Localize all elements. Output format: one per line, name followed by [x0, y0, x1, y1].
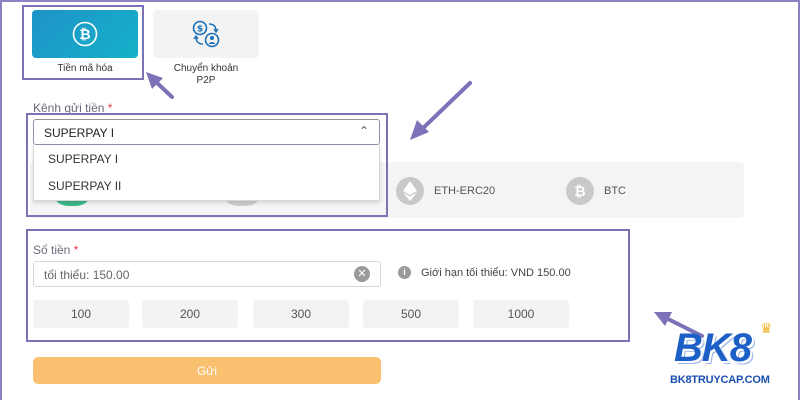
coin-btc-label: BTC — [604, 185, 626, 197]
method-p2p-label-line1: Chuyển khoản — [173, 63, 239, 74]
coin-eth[interactable]: ETH-ERC20 — [396, 177, 495, 205]
brand-logo: ♛ BK8 BK8TRUYCAP.COM — [668, 320, 786, 392]
ethereum-icon — [396, 177, 424, 205]
coin-btc[interactable]: ₿ BTC — [566, 177, 626, 205]
brand-logo-mark: BK8 — [674, 326, 752, 370]
crown-icon: ♛ — [760, 320, 773, 336]
svg-text:$: $ — [197, 25, 203, 35]
channel-option[interactable]: SUPERPAY I — [34, 145, 379, 172]
method-p2p-label: Chuyển khoản P2P — [153, 63, 259, 87]
channel-dropdown: SUPERPAY I SUPERPAY II — [33, 145, 380, 201]
p2p-transfer-icon: $ — [192, 20, 220, 48]
channel-option[interactable]: SUPERPAY II — [34, 172, 379, 199]
highlight-box-amount — [26, 229, 630, 342]
method-p2p-label-line2: P2P — [196, 75, 216, 86]
method-p2p-tile[interactable]: $ — [153, 10, 259, 58]
brand-url: BK8TRUYCAP.COM — [670, 374, 770, 386]
ethereum-glyph-icon — [403, 181, 417, 201]
submit-button[interactable]: Gửi — [33, 357, 381, 384]
bitcoin-icon: ₿ — [566, 177, 594, 205]
coin-eth-label: ETH-ERC20 — [434, 185, 496, 197]
highlight-box-method — [22, 5, 144, 80]
